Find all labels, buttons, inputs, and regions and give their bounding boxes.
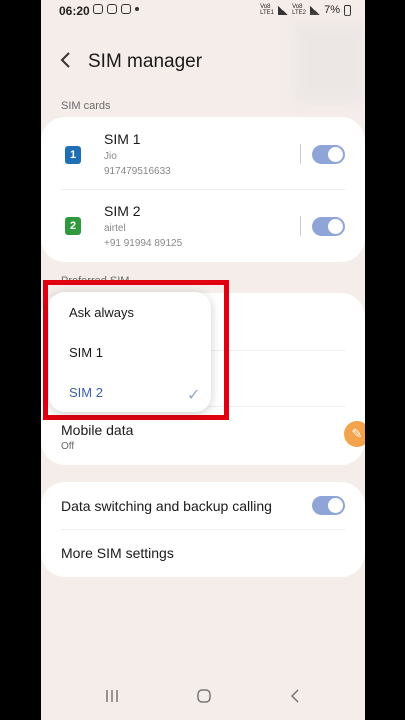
status-notification-icons (93, 4, 139, 14)
page-title: SIM manager (88, 51, 203, 72)
status-right-icons: Vo8 LTE1 Vo8 LTE2 7% (260, 4, 351, 16)
app-header: SIM manager (41, 44, 365, 80)
edit-button[interactable]: ✎ (344, 421, 365, 447)
vpn-icon (93, 4, 103, 14)
row-divider (300, 144, 301, 164)
app-icon (121, 4, 131, 14)
sim-row-2[interactable]: 2 SIM 2 airtel +91 91994 89125 (41, 189, 365, 261)
data-switching-toggle[interactable] (312, 496, 345, 515)
sim-1-icon: 1 (65, 146, 81, 164)
sim-cards-section-label: SIM cards (61, 100, 111, 112)
sim-2-toggle[interactable] (312, 217, 345, 236)
sim-dropdown-menu: Ask always SIM 1 SIM 2 ✓ (49, 292, 211, 412)
mobile-data-value: Off (61, 441, 75, 452)
network-label-1: Vo8 LTE1 (260, 4, 274, 16)
sim-number: 917479516633 (104, 166, 171, 177)
notification-icon (107, 4, 117, 14)
option-ask-always[interactable]: Ask always (69, 305, 134, 320)
sim-cards-card: 1 SIM 1 Jio 917479516633 2 SIM 2 airtel … (41, 117, 365, 262)
sim-name: SIM 2 (104, 203, 141, 219)
screen: 06:20 Vo8 LTE1 Vo8 LTE2 7% SIM manager S… (41, 0, 365, 720)
recent-apps-icon (106, 690, 118, 702)
back-button[interactable] (59, 50, 79, 74)
signal-2-icon (310, 5, 321, 15)
home-button[interactable] (196, 688, 212, 709)
sim-1-toggle[interactable] (312, 145, 345, 164)
more-sim-settings-item[interactable]: More SIM settings (61, 545, 174, 561)
navigation-bar (41, 684, 365, 718)
battery-icon (344, 4, 351, 16)
signal-1-icon (278, 5, 289, 15)
divider (61, 529, 345, 530)
row-divider (300, 216, 301, 236)
data-switching-label[interactable]: Data switching and backup calling (61, 498, 272, 514)
more-notifications-icon (135, 7, 139, 11)
status-bar: 06:20 Vo8 LTE1 Vo8 LTE2 7% (41, 0, 365, 22)
option-sim-2[interactable]: SIM 2 (69, 385, 103, 400)
recent-apps-button[interactable] (105, 688, 119, 709)
checkmark-icon: ✓ (187, 387, 201, 404)
network-label-2: Vo8 LTE2 (292, 4, 306, 16)
sim-number: +91 91994 89125 (104, 238, 183, 249)
mobile-data-label[interactable]: Mobile data (61, 422, 133, 438)
sim-row-1[interactable]: 1 SIM 1 Jio 917479516633 (41, 117, 365, 189)
pencil-icon: ✎ (351, 426, 363, 441)
home-icon (197, 689, 211, 703)
status-time: 06:20 (59, 4, 90, 18)
chevron-left-icon (60, 52, 70, 68)
battery-percent: 7% (324, 4, 340, 16)
back-nav-button[interactable] (289, 688, 301, 709)
option-sim-1[interactable]: SIM 1 (69, 345, 103, 360)
sim-2-icon: 2 (65, 217, 81, 235)
back-arrow-icon (290, 689, 299, 703)
sim-carrier: Jio (104, 151, 117, 162)
sim-name: SIM 1 (104, 131, 141, 147)
more-settings-card: Data switching and backup calling More S… (41, 482, 365, 577)
sim-carrier: airtel (104, 223, 126, 234)
